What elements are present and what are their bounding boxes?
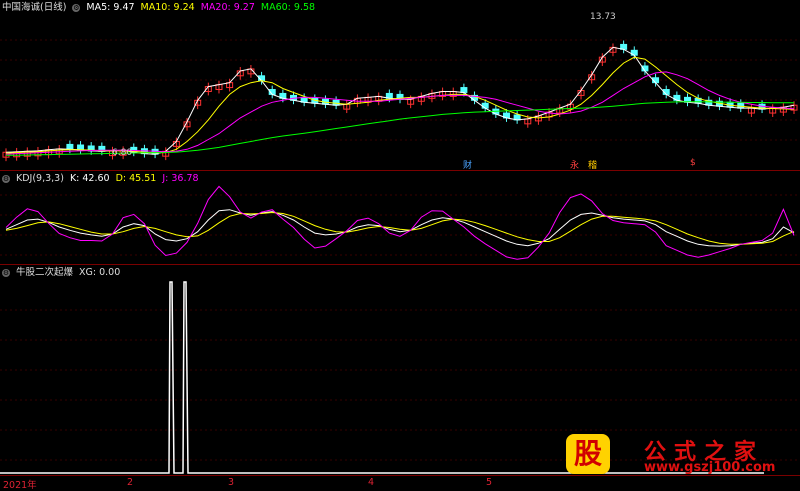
stock-title[interactable]: 中国海诚(日线) [2, 1, 66, 15]
x-tick-label: 2021年 [3, 480, 37, 491]
x-tick-label: 3 [228, 477, 235, 488]
main-panel-header: 中国海诚(日线) ⚙ MA5: 9.47 MA10: 9.24 MA20: 9.… [2, 1, 315, 15]
event-tag-yong[interactable]: 永 [570, 158, 579, 171]
kdj-lines [5, 185, 795, 260]
candle-body [66, 143, 74, 150]
high-price-label: 13.73 [590, 12, 616, 22]
kdj-title[interactable]: KDJ(9,3,3) [16, 172, 64, 186]
ma60-label: MA60: 9.58 [260, 2, 316, 13]
chart-canvas[interactable] [0, 0, 800, 491]
indicator-title[interactable]: 牛股二次起爆 [16, 266, 73, 280]
candle-body [460, 87, 468, 93]
event-tag-ji[interactable]: 稽 [588, 158, 597, 171]
low-price-label: 6.80 [112, 148, 133, 158]
candle-body [77, 144, 85, 151]
candle-body [481, 102, 489, 109]
ma10-label: MA10: 9.24 [140, 2, 195, 13]
settings-icon[interactable]: ⚙ [2, 269, 10, 277]
kdj-panel-header: ⚙ KDJ(9,3,3) K: 42.60 D: 45.51 J: 36.78 [2, 172, 199, 186]
x-tick-label: 2 [127, 477, 134, 488]
watermark-logo: 股 [566, 434, 610, 474]
indicator-panel-header: ⚙ 牛股二次起爆 XG: 0.00 [2, 266, 120, 280]
ma5-label: MA5: 9.47 [86, 2, 135, 13]
settings-icon[interactable]: ⚙ [2, 175, 10, 183]
panel-separator [0, 170, 800, 171]
kdj-k-label: K: 42.60 [69, 173, 110, 184]
kdj-line-j [5, 185, 795, 260]
settings-icon[interactable]: ⚙ [72, 4, 81, 12]
panel-separator [0, 264, 800, 265]
event-tag-finance[interactable]: 财 [463, 158, 472, 171]
x-tick-label: 5 [486, 477, 493, 488]
ma20-label: MA20: 9.27 [200, 2, 255, 13]
kdj-j-label: J: 36.78 [162, 173, 199, 184]
ma-line-ma10 [5, 56, 795, 154]
x-tick-label: 4 [368, 477, 375, 488]
watermark-url: www.gszj100.com [644, 460, 776, 475]
event-tag-dollar[interactable]: $ [690, 158, 696, 168]
xg-label: XG: 0.00 [79, 267, 121, 278]
kdj-d-label: D: 45.51 [115, 173, 157, 184]
watermark: 股 公式之家 www.gszj100.com [556, 434, 796, 478]
